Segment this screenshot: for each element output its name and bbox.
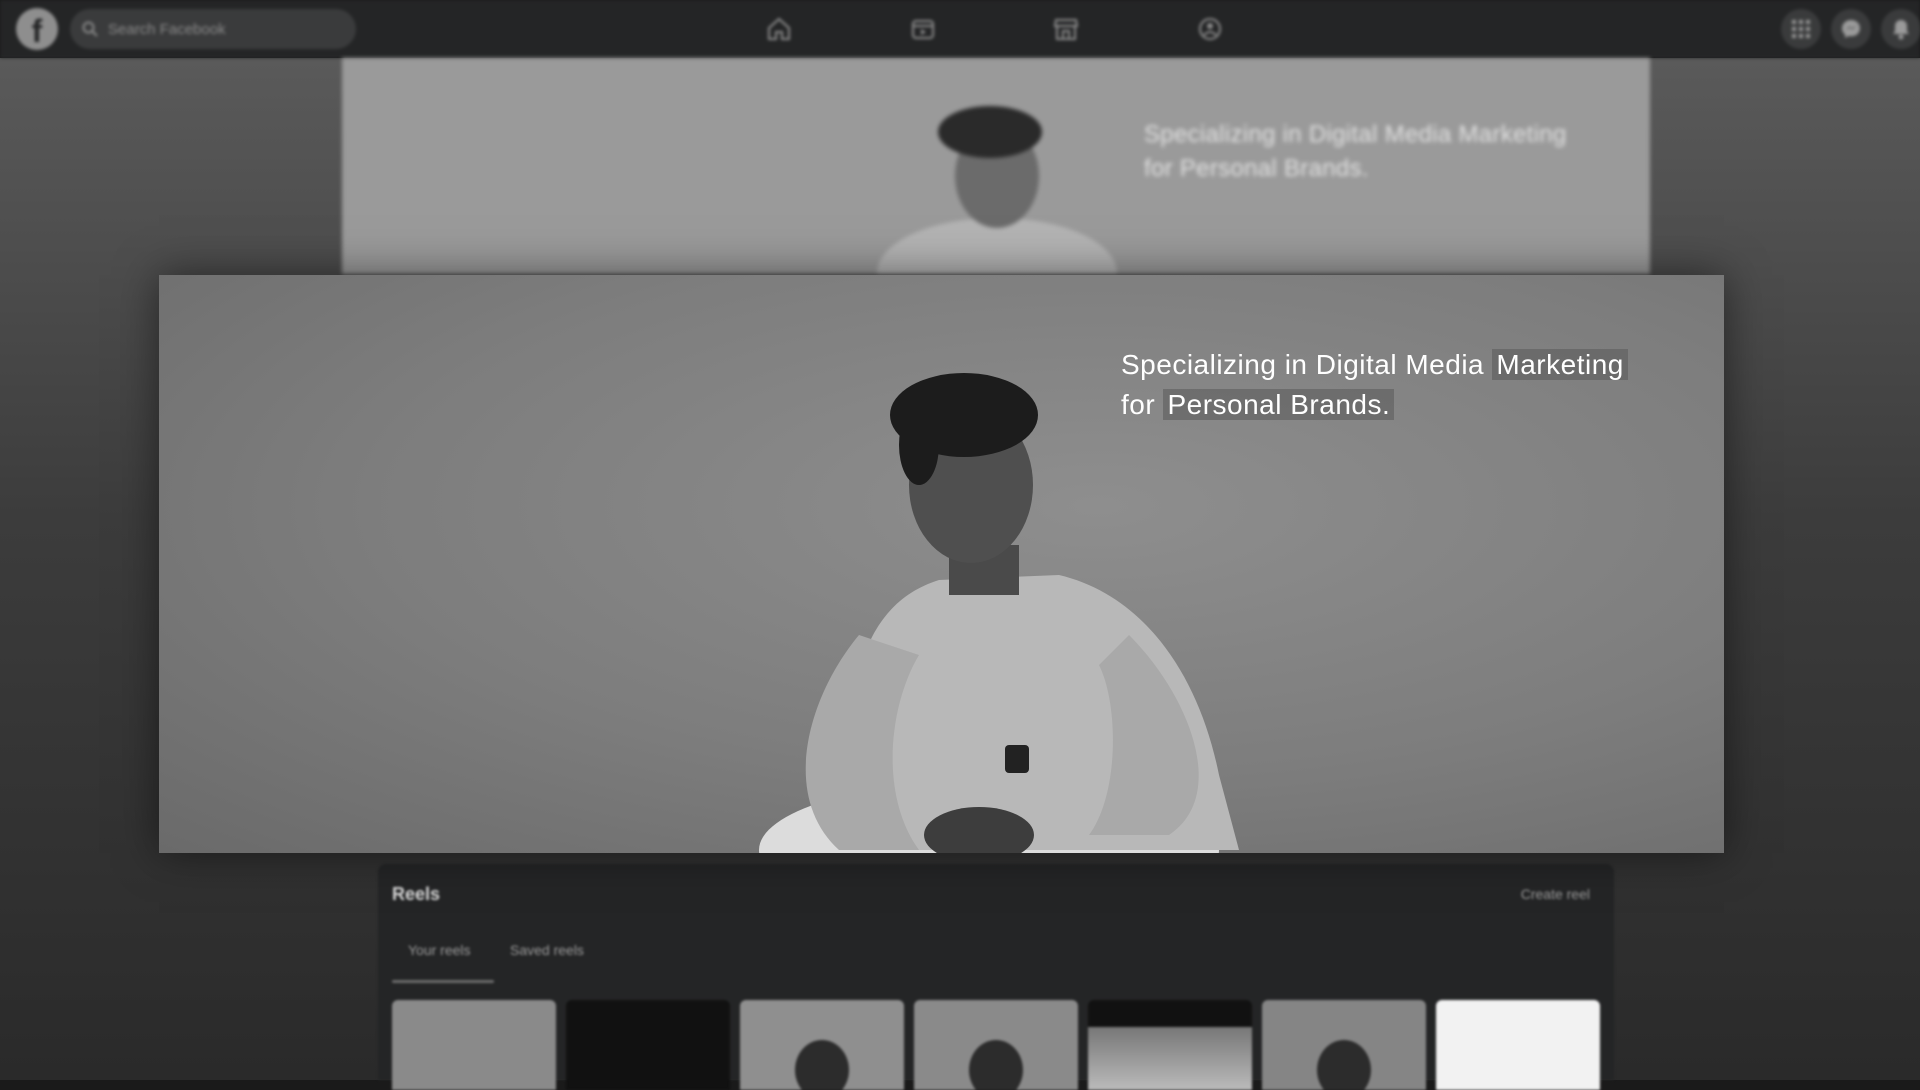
caption-highlight-personal-brands: Personal Brands. [1163,389,1395,420]
caption-highlight-marketing: Marketing [1492,349,1628,380]
background-cover-caption-line2: for Personal Brands. [1144,155,1369,182]
reel-thumbnail[interactable] [1436,1000,1600,1090]
caption-line1-text: Specializing in Digital Media [1121,349,1493,380]
background-cover-caption: Specializing in Digital Media Marketing … [1144,118,1567,186]
reel-thumbnail[interactable] [1262,1000,1426,1090]
reel-person-head [969,1040,1023,1090]
notifications-icon[interactable] [1881,9,1920,49]
reel-person-head [795,1040,849,1090]
cover-caption-line1: Specializing in Digital Media Marketing [1121,345,1628,385]
create-reel-link[interactable]: Create reel [1521,886,1590,902]
home-icon[interactable] [764,14,794,44]
top-navigation-bar: f [0,0,1920,58]
reel-thumbnail[interactable] [566,1000,730,1090]
background-cover-caption-line1: Specializing in Digital Media Marketing [1144,121,1567,148]
search-icon [82,21,98,37]
profile-cover-background: Specializing in Digital Media Marketing … [342,58,1650,274]
reels-title: Reels [392,884,441,904]
groups-icon[interactable] [1195,14,1225,44]
reel-thumbnail[interactable] [392,1000,556,1090]
marketplace-icon[interactable] [1051,14,1081,44]
reel-thumbnail[interactable] [914,1000,1078,1090]
logo-letter: f [31,13,43,49]
reels-panel: Reels Create reel Your reels Saved reels [378,864,1614,1090]
search-box[interactable] [70,9,356,49]
reel-thumbnail[interactable] [1088,1000,1252,1090]
active-tab-indicator [392,980,494,983]
cover-caption: Specializing in Digital Media Marketing … [1121,345,1628,425]
search-input[interactable] [106,19,326,39]
menu-grid-icon[interactable] [1781,9,1821,49]
caption-line2-text: for [1121,389,1164,420]
tab-saved-reels[interactable]: Saved reels [510,942,584,958]
reel-person-head [1317,1040,1371,1090]
tab-your-reels[interactable]: Your reels [408,942,471,958]
facebook-logo-icon[interactable]: f [16,8,58,50]
reel-thumbnail[interactable] [740,1000,904,1090]
video-icon[interactable] [908,14,938,44]
cover-caption-line2: for Personal Brands. [1121,385,1628,425]
messenger-icon[interactable] [1831,9,1871,49]
enlarged-cover-photo[interactable]: Specializing in Digital Media Marketing … [159,275,1724,853]
